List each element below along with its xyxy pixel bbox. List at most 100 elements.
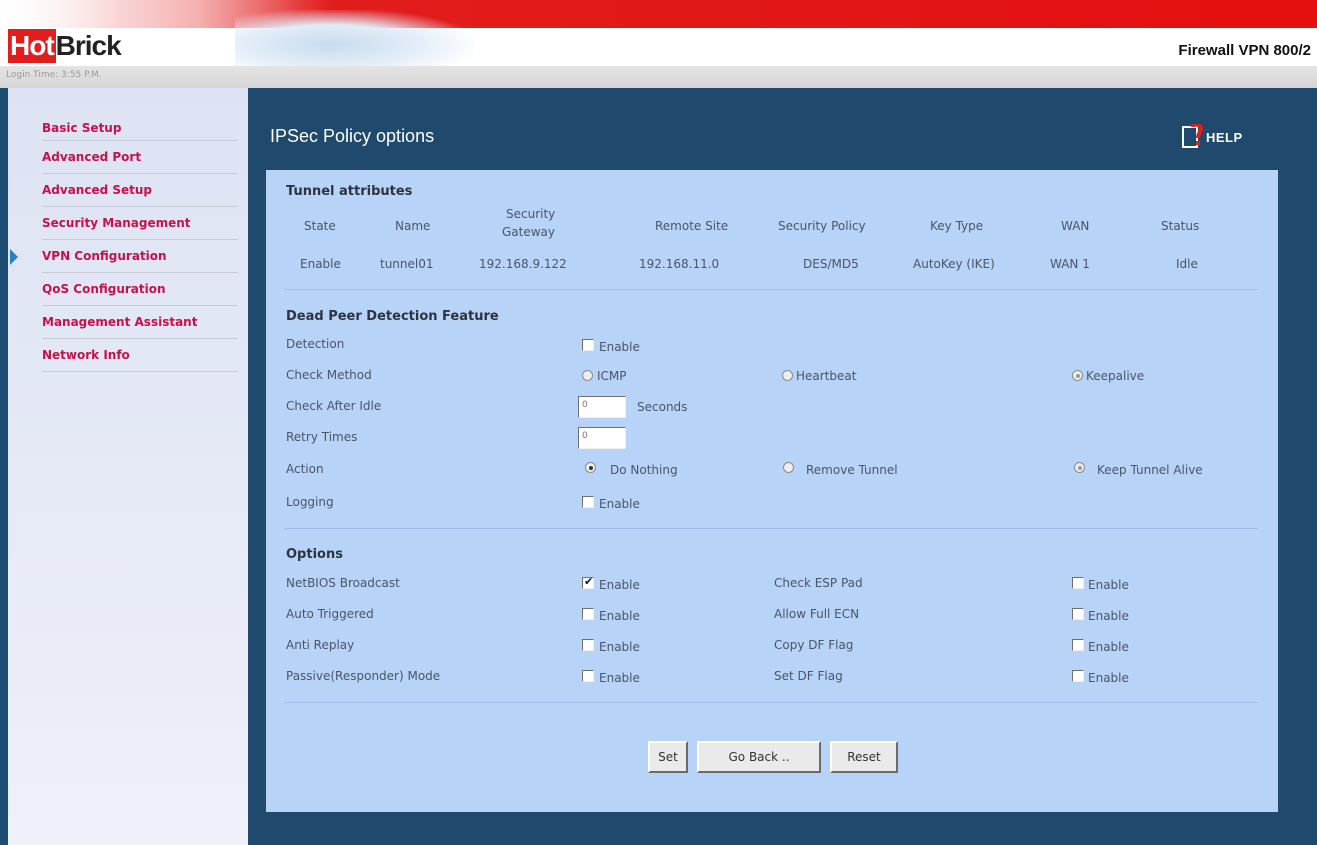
sidebar-item-vpn-configuration[interactable]: VPN Configuration [42, 240, 238, 273]
method-icmp-radio[interactable] [582, 370, 593, 381]
set-df-flag-checkbox[interactable] [1072, 670, 1084, 682]
col-header-security: Security [506, 207, 556, 221]
method-heartbeat-radio[interactable] [782, 370, 793, 381]
retry-times-label: Retry Times [286, 430, 358, 444]
col-header-name: Name [395, 219, 431, 233]
netbios-broadcast-enable-label: Enable [599, 578, 640, 592]
header: Hot Brick Firewall VPN 800/2 Login Time: … [0, 0, 1317, 88]
check-after-idle-label: Check After Idle [286, 399, 382, 413]
allow-full-ecn-enable-label: Enable [1088, 609, 1129, 623]
sidebar-item-advanced-port[interactable]: Advanced Port [42, 141, 238, 174]
tunnel-wan: WAN 1 [1050, 257, 1090, 271]
help-label: HELP [1206, 129, 1243, 145]
check-after-idle-input[interactable]: 0 [578, 396, 626, 418]
reset-button[interactable]: Reset [830, 741, 898, 773]
tunnel-key-type: AutoKey (IKE) [913, 257, 995, 271]
method-keepalive-label: Keepalive [1086, 369, 1145, 383]
sidebar-item-management-assistant[interactable]: Management Assistant [42, 306, 238, 339]
tunnel-gateway: 192.168.9.122 [479, 257, 567, 271]
action-do-nothing-radio[interactable] [585, 462, 596, 473]
login-time: Login Time: 3:55 P.M. [6, 70, 102, 80]
passive-mode-enable-label: Enable [599, 671, 640, 685]
dpd-title: Dead Peer Detection Feature [286, 309, 499, 324]
tunnel-status: Idle [1176, 257, 1198, 271]
netbios-broadcast-checkbox[interactable]: ✔ [582, 575, 594, 589]
logging-label: Logging [286, 495, 334, 509]
options-title: Options [286, 547, 343, 562]
passive-mode-checkbox[interactable] [582, 670, 594, 682]
check-esp-pad-checkbox[interactable] [1072, 577, 1084, 589]
active-nav-arrow-icon [10, 249, 18, 265]
sidebar-item-qos-configuration[interactable]: QoS Configuration [42, 273, 238, 306]
logging-checkbox[interactable] [582, 496, 594, 508]
sidebar-edge [0, 88, 8, 845]
go-back-button[interactable]: Go Back .. [697, 741, 821, 773]
auto-triggered-label: Auto Triggered [286, 607, 374, 621]
col-header-remote-site: Remote Site [655, 219, 729, 233]
banner [0, 28, 1317, 66]
tunnel-name: tunnel01 [380, 257, 434, 271]
retry-times-input[interactable]: 0 [578, 427, 626, 449]
col-header-gateway: Gateway [502, 225, 556, 239]
allow-full-ecn-label: Allow Full ECN [774, 607, 860, 621]
tunnel-remote-site: 192.168.11.0 [639, 257, 720, 271]
action-keep-alive-label: Keep Tunnel Alive [1097, 463, 1203, 477]
tunnel-state: Enable [300, 257, 341, 271]
col-header-wan: WAN [1061, 219, 1090, 233]
sidebar-item-basic-setup[interactable]: Basic Setup [42, 116, 238, 141]
sidebar-item-network-info[interactable]: Network Info [42, 339, 238, 372]
copy-df-flag-label: Copy DF Flag [774, 638, 854, 652]
action-keep-alive-radio[interactable] [1074, 462, 1085, 473]
sidebar-item-advanced-setup[interactable]: Advanced Setup [42, 174, 238, 207]
col-header-status: Status [1161, 219, 1200, 233]
logo-highlight: Hot [8, 29, 56, 63]
set-df-flag-label: Set DF Flag [774, 669, 843, 683]
passive-mode-label: Passive(Responder) Mode [286, 669, 441, 683]
method-icmp-label: ICMP [597, 369, 627, 383]
check-method-label: Check Method [286, 368, 372, 382]
netbios-broadcast-label: NetBIOS Broadcast [286, 576, 400, 590]
action-remove-tunnel-label: Remove Tunnel [806, 463, 898, 477]
check-mark-icon: ✔ [584, 575, 594, 588]
separator-1 [284, 289, 1258, 290]
hotbrick-logo: Hot Brick [8, 28, 122, 64]
login-bar: Login Time: 3:55 P.M. [0, 66, 1317, 88]
action-do-nothing-label: Do Nothing [610, 463, 678, 477]
separator-2 [284, 528, 1258, 529]
check-esp-pad-enable-label: Enable [1088, 578, 1129, 592]
page-title: IPSec Policy options [270, 126, 435, 146]
help-button[interactable]: HELP [1182, 122, 1243, 150]
copy-df-flag-enable-label: Enable [1088, 640, 1129, 654]
logging-enable-label: Enable [599, 497, 640, 511]
check-esp-pad-label: Check ESP Pad [774, 576, 863, 590]
copy-df-flag-checkbox[interactable] [1072, 639, 1084, 651]
detection-label: Detection [286, 337, 345, 351]
tunnel-attributes-title: Tunnel attributes [286, 184, 413, 199]
anti-replay-checkbox[interactable] [582, 639, 594, 651]
sidebar-item-security-management[interactable]: Security Management [42, 207, 238, 240]
method-heartbeat-label: Heartbeat [796, 369, 857, 383]
action-label: Action [286, 462, 324, 476]
help-question-icon [1182, 122, 1204, 150]
auto-triggered-checkbox[interactable] [582, 608, 594, 620]
col-header-security-policy: Security Policy [778, 219, 866, 233]
action-remove-tunnel-radio[interactable] [783, 462, 794, 473]
anti-replay-label: Anti Replay [286, 638, 355, 652]
detection-checkbox[interactable] [582, 339, 594, 351]
sidebar-nav: Basic Setup Advanced Port Advanced Setup… [42, 116, 238, 372]
tunnel-security-policy: DES/MD5 [803, 257, 859, 271]
set-df-flag-enable-label: Enable [1088, 671, 1129, 685]
separator-3 [284, 702, 1258, 703]
seconds-label: Seconds [637, 400, 688, 414]
detection-enable-label: Enable [599, 340, 640, 354]
banner-map-graphic [235, 10, 475, 68]
auto-triggered-enable-label: Enable [599, 609, 640, 623]
logo-text: Brick [55, 30, 122, 61]
method-keepalive-radio[interactable] [1072, 370, 1083, 381]
product-name: Firewall VPN 800/2 [1178, 42, 1311, 59]
allow-full-ecn-checkbox[interactable] [1072, 608, 1084, 620]
anti-replay-enable-label: Enable [599, 640, 640, 654]
col-header-state: State [304, 219, 336, 233]
col-header-key-type: Key Type [930, 219, 984, 233]
set-button[interactable]: Set [648, 741, 688, 773]
